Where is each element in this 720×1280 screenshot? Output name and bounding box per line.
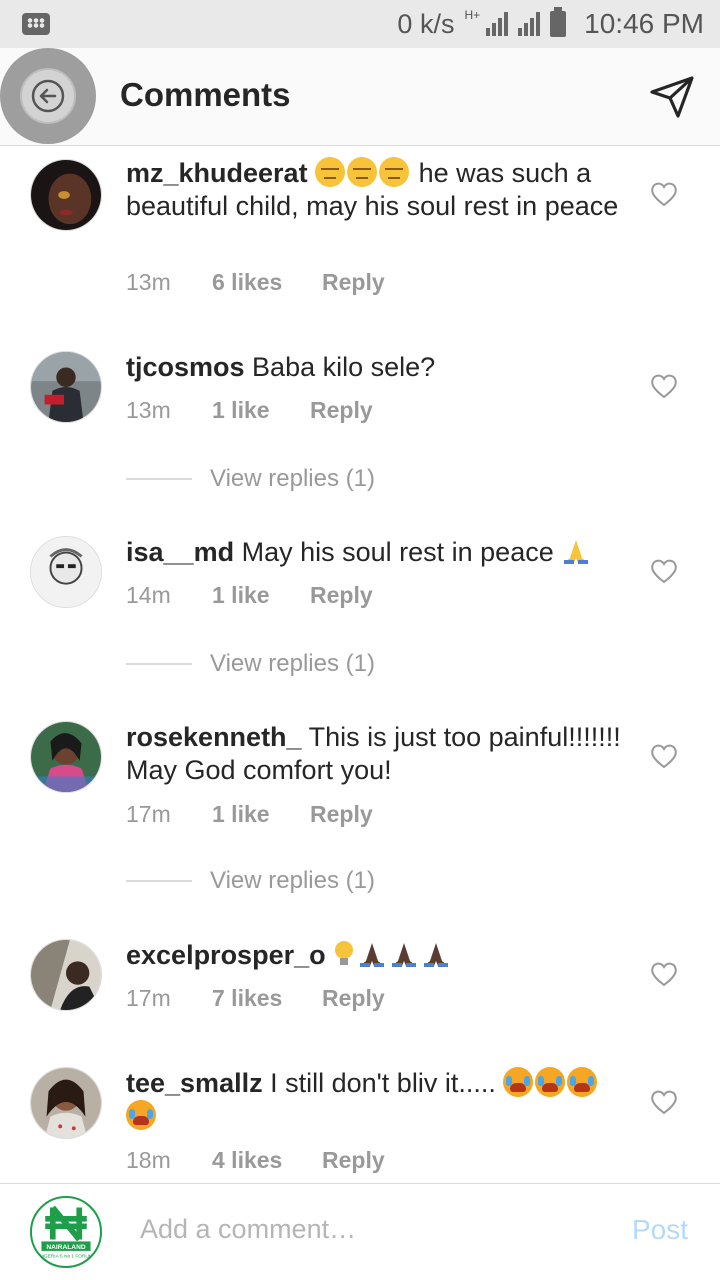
avatar[interactable] <box>30 721 102 793</box>
comment-meta: 17m 1 like Reply <box>126 801 373 828</box>
divider <box>126 663 192 665</box>
view-replies-link[interactable]: View replies (1) <box>126 867 375 895</box>
heart-icon[interactable] <box>650 1089 678 1115</box>
heart-icon[interactable] <box>650 181 678 207</box>
view-replies-label: View replies (1) <box>210 867 375 894</box>
logo-text: NAIRALAND <box>46 1244 86 1251</box>
comment-text: excelprosper_o <box>126 939 626 972</box>
comment-composer: NAIRALAND NIGERIA'S No 1 FORUM Add a com… <box>0 1183 720 1280</box>
comment-meta: 14m 1 like Reply <box>126 582 373 609</box>
comment-message: Baba kilo sele? <box>244 352 436 382</box>
comment-message: May his soul rest in peace <box>234 537 562 567</box>
comment-username[interactable]: tjcosmos <box>126 352 245 382</box>
loudly-crying-face-icon <box>126 1100 156 1130</box>
comment-list[interactable]: mz_khudeerat he was such a beautiful chi… <box>0 147 720 1183</box>
divider <box>126 478 192 480</box>
heart-icon[interactable] <box>650 743 678 769</box>
avatar[interactable] <box>30 159 102 231</box>
comment-likes[interactable]: 6 likes <box>212 269 322 296</box>
expressionless-face-icon <box>315 157 346 187</box>
comment-message: I still don't bliv it..... <box>262 1068 504 1098</box>
comment-text: tjcosmos Baba kilo sele? <box>126 351 626 384</box>
view-replies-label: View replies (1) <box>210 465 375 492</box>
comment-username[interactable]: rosekenneth_ <box>126 722 302 752</box>
comment-likes[interactable]: 1 like <box>212 801 310 828</box>
divider <box>126 880 192 882</box>
signal-icon <box>486 12 509 36</box>
comments-header: Comments <box>0 48 720 146</box>
comment-message <box>326 940 334 970</box>
heart-icon[interactable] <box>650 373 678 399</box>
comment-time: 17m <box>126 801 171 827</box>
expressionless-face-icon <box>379 157 410 187</box>
signal-icon-2 <box>518 12 541 36</box>
comment-likes[interactable]: 7 likes <box>212 985 322 1012</box>
avatar[interactable] <box>30 1067 102 1139</box>
folded-hands-icon <box>564 540 589 564</box>
comment-username[interactable]: mz_khudeerat <box>126 158 308 188</box>
view-replies-label: View replies (1) <box>210 650 375 677</box>
comment-likes[interactable]: 1 like <box>212 582 310 609</box>
bbm-notification-icon <box>22 13 50 35</box>
logo-tagline: NIGERIA'S No 1 FORUM <box>39 1254 92 1260</box>
status-bar: 0 k/s H+ 10:46 PM <box>0 0 720 48</box>
comment-text: isa__md May his soul rest in peace <box>126 536 626 569</box>
reply-button[interactable]: Reply <box>322 269 385 296</box>
comment-likes[interactable]: 4 likes <box>212 1147 322 1174</box>
comment-input[interactable]: Add a comment… <box>140 1214 356 1245</box>
heart-icon[interactable] <box>650 558 678 584</box>
reply-button[interactable]: Reply <box>322 985 385 1012</box>
expressionless-face-icon <box>347 157 378 187</box>
battery-icon <box>550 7 567 37</box>
reply-button[interactable]: Reply <box>322 1147 385 1174</box>
arrow-left-icon <box>31 79 65 113</box>
avatar[interactable] <box>30 939 102 1011</box>
nairaland-logo: NAIRALAND NIGERIA'S No 1 FORUM <box>32 1198 100 1266</box>
comment-time: 17m <box>126 985 171 1011</box>
comment-time: 13m <box>126 397 171 423</box>
comment-text: rosekenneth_ This is just too painful!!!… <box>126 721 626 787</box>
comment-username[interactable]: tee_smallz <box>126 1068 263 1098</box>
send-icon[interactable] <box>648 72 696 120</box>
back-button[interactable] <box>0 48 96 144</box>
comment-meta: 13m 6 likes Reply <box>126 269 385 296</box>
loudly-crying-face-icon <box>567 1067 598 1097</box>
view-replies-link[interactable]: View replies (1) <box>126 465 375 493</box>
comment-meta: 13m 1 like Reply <box>126 397 373 424</box>
folded-hands-icon <box>392 943 417 967</box>
heart-icon[interactable] <box>650 961 678 987</box>
folded-hands-icon <box>360 943 385 967</box>
reply-button[interactable]: Reply <box>310 801 373 828</box>
reply-button[interactable]: Reply <box>310 397 373 424</box>
post-button[interactable]: Post <box>632 1214 688 1246</box>
comment-username[interactable]: isa__md <box>126 537 234 567</box>
network-type: H+ <box>464 8 481 22</box>
comment-text: mz_khudeerat he was such a beautiful chi… <box>126 157 626 223</box>
folded-hands-icon <box>424 943 449 967</box>
comment-time: 14m <box>126 582 171 608</box>
comment-username[interactable]: excelprosper_o <box>126 940 326 970</box>
comment-time: 13m <box>126 269 171 295</box>
status-time: 10:46 PM <box>584 8 704 39</box>
page-title: Comments <box>120 76 291 113</box>
light-bulb-icon <box>335 941 354 965</box>
comment-text: tee_smallz I still don't bliv it..... <box>126 1067 626 1133</box>
comment-meta: 18m 4 likes Reply <box>126 1147 385 1174</box>
loudly-crying-face-icon <box>503 1067 534 1097</box>
network-speed: 0 k/s <box>397 8 455 39</box>
avatar[interactable] <box>30 351 102 423</box>
reply-button[interactable]: Reply <box>310 582 373 609</box>
avatar[interactable] <box>30 536 102 608</box>
comment-likes[interactable]: 1 like <box>212 397 310 424</box>
loudly-crying-face-icon <box>535 1067 566 1097</box>
comment-time: 18m <box>126 1147 171 1173</box>
comment-meta: 17m 7 likes Reply <box>126 985 385 1012</box>
user-avatar: NAIRALAND NIGERIA'S No 1 FORUM <box>30 1196 102 1268</box>
view-replies-link[interactable]: View replies (1) <box>126 650 375 678</box>
